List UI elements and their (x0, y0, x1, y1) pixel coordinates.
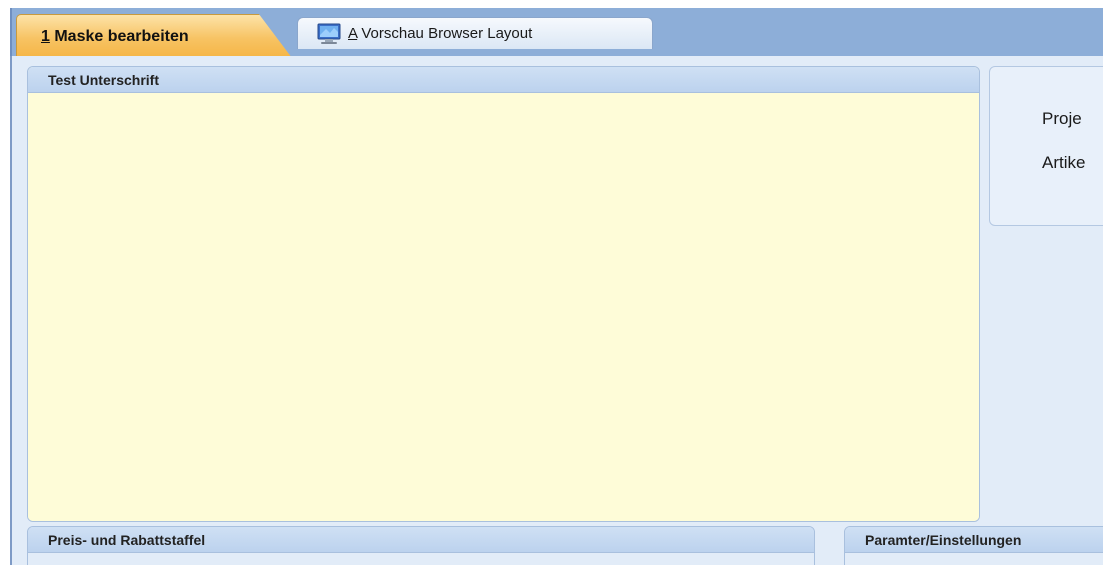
params-panel-header: Paramter/Einstellungen (845, 527, 1103, 553)
price-discount-panel: Preis- und Rabattstaffel (27, 526, 815, 565)
monitor-icon (317, 23, 341, 44)
signature-canvas[interactable] (28, 93, 979, 521)
article-label: Artike (1042, 153, 1086, 172)
tab-maske-bearbeiten[interactable]: 1 Maske bearbeiten (16, 14, 292, 58)
tab-label-text: Maske bearbeiten (49, 28, 189, 45)
tab-vorschau-browser-layout[interactable]: A Vorschau Browser Layout (297, 17, 653, 49)
tab-mnemonic: A (348, 25, 358, 42)
tab-maske-bearbeiten-label: 1 Maske bearbeiten (41, 28, 189, 46)
info-panel: Proje Artike (989, 66, 1103, 226)
parameters-panel: Paramter/Einstellungen (844, 526, 1103, 565)
tab-label-text: Vorschau Browser Layout (357, 25, 533, 42)
project-label: Proje (1042, 109, 1082, 128)
content-area: Test Unterschrift Proje Artike Preis- un… (10, 56, 1103, 565)
tab-bar: 1 Maske bearbeiten A Vorschau Browser La… (10, 8, 1103, 58)
params-panel-title: Paramter/Einstellungen (865, 532, 1022, 548)
price-panel-title: Preis- und Rabattstaffel (48, 532, 206, 548)
tab-vorschau-label: A Vorschau Browser Layout (348, 25, 532, 42)
signature-panel: Test Unterschrift (27, 66, 980, 522)
signature-panel-header: Test Unterschrift (28, 67, 979, 93)
signature-panel-title: Test Unterschrift (48, 72, 159, 88)
application-window: 1 Maske bearbeiten A Vorschau Browser La… (10, 8, 1103, 565)
tab-mnemonic: 1 (41, 28, 50, 45)
price-panel-header: Preis- und Rabattstaffel (28, 527, 814, 553)
